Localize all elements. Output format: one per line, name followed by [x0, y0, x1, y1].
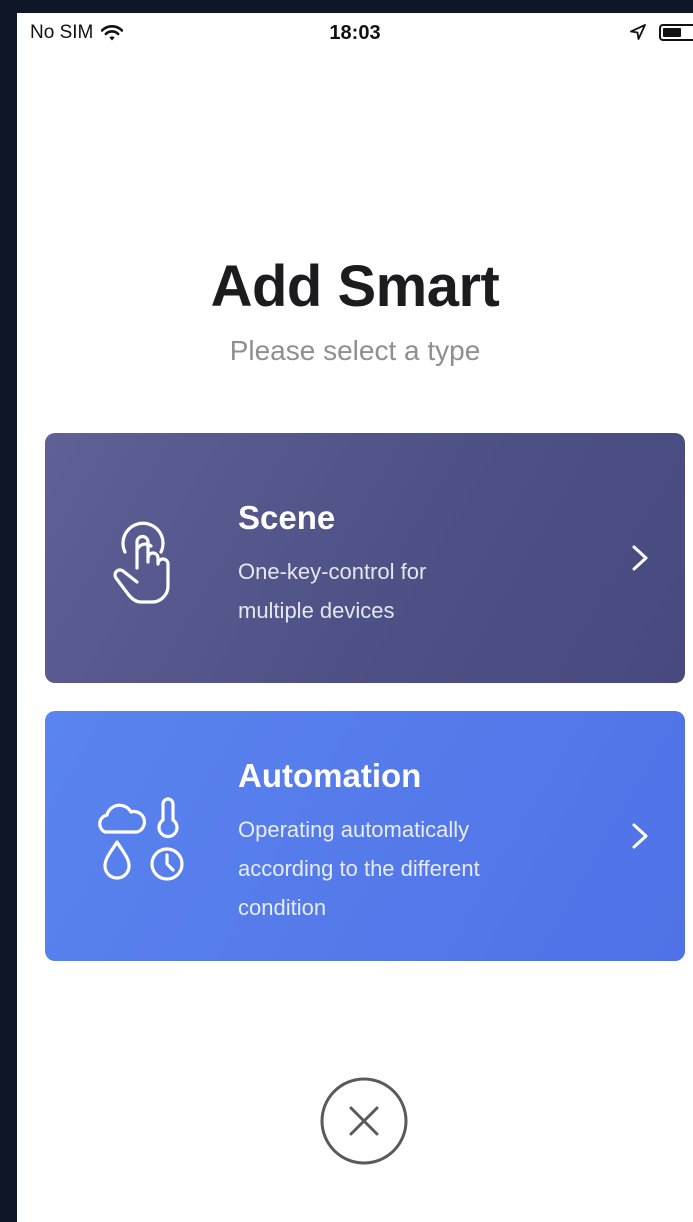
scene-card[interactable]: Scene One-key-control for multiple device… — [45, 433, 685, 683]
device-frame-top — [0, 0, 693, 13]
chevron-right-icon — [632, 545, 648, 571]
page-subtitle: Please select a type — [229, 335, 481, 366]
close-icon — [349, 1106, 379, 1136]
status-right — [629, 23, 693, 41]
clock: 18:03 — [329, 22, 381, 44]
device-frame-left — [0, 0, 17, 1222]
page-title: Add Smart — [210, 254, 500, 319]
automation-title: Automation — [238, 757, 422, 794]
tap-hand-icon — [113, 521, 170, 604]
close-button[interactable] — [319, 1076, 409, 1166]
scene-title: Scene — [238, 499, 336, 536]
scene-description: One-key-control for multiple devices — [238, 559, 427, 623]
chevron-right-icon — [632, 823, 648, 849]
location-arrow-icon — [630, 24, 646, 40]
battery-icon — [659, 23, 693, 41]
screen: No SIM 18:03 Add Smart Please select a t… — [17, 13, 693, 1222]
status-bar: No SIM 18:03 — [17, 13, 693, 55]
automation-description: Operating automatically according to the … — [238, 817, 480, 920]
automation-card[interactable]: Automation Operating automatically accord… — [45, 711, 685, 961]
conditions-icon — [98, 797, 184, 881]
